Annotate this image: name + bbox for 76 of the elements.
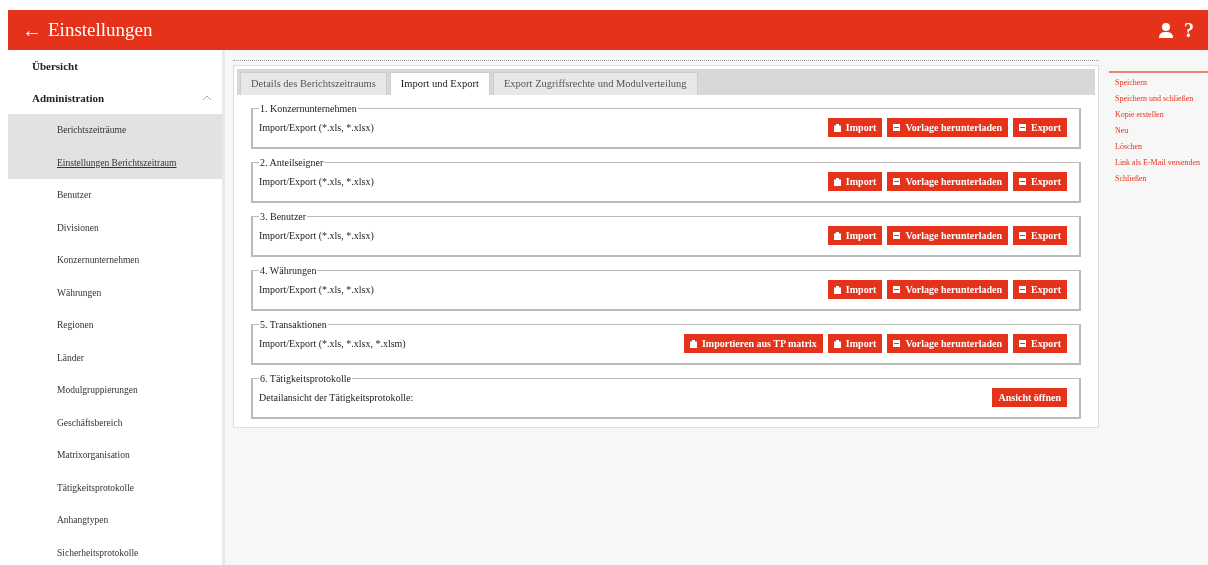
sidebar-subitem[interactable]: Länder <box>8 341 222 374</box>
section-text: Detailansicht der Tätigkeitsprotokolle: <box>259 391 414 405</box>
sidebar-item[interactable]: Administration <box>8 82 222 114</box>
user-icon[interactable] <box>1158 22 1174 38</box>
back-arrow[interactable]: ← <box>22 15 42 45</box>
bag-icon <box>689 339 697 348</box>
square-icon <box>1019 124 1026 131</box>
action-link[interactable]: Neu <box>1109 125 1208 141</box>
action-link[interactable]: Löschen <box>1109 141 1208 157</box>
section-text: Import/Export (*.xls, *.xlsx) <box>259 175 374 189</box>
bag-icon <box>833 339 841 348</box>
sidebar-subitem[interactable]: Benutzer <box>8 179 222 212</box>
section-legend: 5. Transaktionen <box>259 317 328 332</box>
help-button[interactable]: ? <box>1184 15 1194 45</box>
section-legend: 4. Währungen <box>259 263 318 278</box>
action-button[interactable]: Import <box>827 280 883 299</box>
action-button[interactable]: Vorlage herunterladen <box>887 226 1008 245</box>
section-text: Import/Export (*.xls, *.xlsx) <box>259 283 374 297</box>
bag-icon <box>833 231 841 240</box>
action-button[interactable]: Export <box>1013 334 1067 353</box>
action-button[interactable]: Import <box>827 226 883 245</box>
section-legend: 3. Benutzer <box>259 209 308 224</box>
section-text: Import/Export (*.xls, *.xlsx, *.xlsm) <box>259 337 406 351</box>
square-icon <box>893 178 901 185</box>
action-link[interactable]: Speichern und schließen <box>1109 93 1208 109</box>
action-button[interactable]: Vorlage herunterladen <box>887 334 1008 353</box>
action-button[interactable]: Vorlage herunterladen <box>887 280 1008 299</box>
square-icon <box>893 124 901 131</box>
section-legend: 6. Tätigkeitsprotokolle <box>259 371 352 386</box>
tab[interactable]: Import und Export <box>389 72 490 95</box>
action-button[interactable]: Export <box>1013 118 1067 137</box>
action-button[interactable]: Vorlage herunterladen <box>887 118 1008 137</box>
sidebar-item[interactable]: Übersicht <box>8 50 222 82</box>
sidebar-subitem[interactable]: Sicherheitsprotokolle <box>8 536 222 565</box>
square-icon <box>1019 286 1026 293</box>
sidebar-subitem[interactable]: Konzernunternehmen <box>8 244 222 277</box>
action-link[interactable]: Schließen <box>1109 173 1208 189</box>
sidebar-subitem[interactable]: Währungen <box>8 276 222 309</box>
bag-icon <box>833 285 841 294</box>
section-text: Import/Export (*.xls, *.xlsx) <box>259 229 374 243</box>
sidebar-subitem[interactable]: Berichtszeiträume <box>8 114 222 147</box>
action-button[interactable]: Vorlage herunterladen <box>887 172 1008 191</box>
action-link[interactable]: Kopie erstellen <box>1109 109 1208 125</box>
square-icon <box>1019 232 1026 239</box>
action-button[interactable]: Import <box>827 334 883 353</box>
sidebar-subitem[interactable]: Divisionen <box>8 211 222 244</box>
bag-icon <box>833 177 841 186</box>
sidebar-subitem[interactable]: Tätigkeitsprotokolle <box>8 471 222 504</box>
action-button[interactable]: Import <box>827 118 883 137</box>
action-button[interactable]: Export <box>1013 226 1067 245</box>
action-button[interactable]: Importieren aus TP matrix <box>683 334 823 353</box>
sidebar-subitem[interactable]: Regionen <box>8 309 222 342</box>
action-link[interactable]: Speichern <box>1109 77 1208 93</box>
page-title: Einstellungen <box>48 17 153 42</box>
action-button[interactable]: Export <box>1013 280 1067 299</box>
section-legend: 1. Konzernunternehmen <box>259 101 358 116</box>
sidebar-subitem[interactable]: Geschäftsbereich <box>8 406 222 439</box>
action-link[interactable]: Link als E-Mail versenden <box>1109 157 1208 173</box>
tab[interactable]: Details des Berichtszeitraums <box>240 72 387 95</box>
square-icon <box>1019 178 1026 185</box>
section-text: Import/Export (*.xls, *.xlsx) <box>259 121 374 135</box>
sidebar-subitem[interactable]: Matrixorganisation <box>8 439 222 472</box>
sidebar-subitem[interactable]: Anhangtypen <box>8 504 222 537</box>
square-icon <box>893 340 901 347</box>
bag-icon <box>833 123 841 132</box>
action-button[interactable]: Import <box>827 172 883 191</box>
square-icon <box>893 286 901 293</box>
sidebar-subitem[interactable]: Modulgruppierungen <box>8 374 222 407</box>
section-legend: 2. Anteilseigner <box>259 155 325 170</box>
chevron-icon <box>202 95 212 101</box>
action-button[interactable]: Export <box>1013 172 1067 191</box>
action-button[interactable]: Ansicht öffnen <box>992 388 1067 407</box>
square-icon <box>893 232 901 239</box>
tab[interactable]: Export Zugriffsrechte und Modulverteilung <box>492 72 698 95</box>
sidebar-subitem[interactable]: Einstellungen Berichtszeitraum <box>8 146 222 179</box>
square-icon <box>1019 340 1026 347</box>
